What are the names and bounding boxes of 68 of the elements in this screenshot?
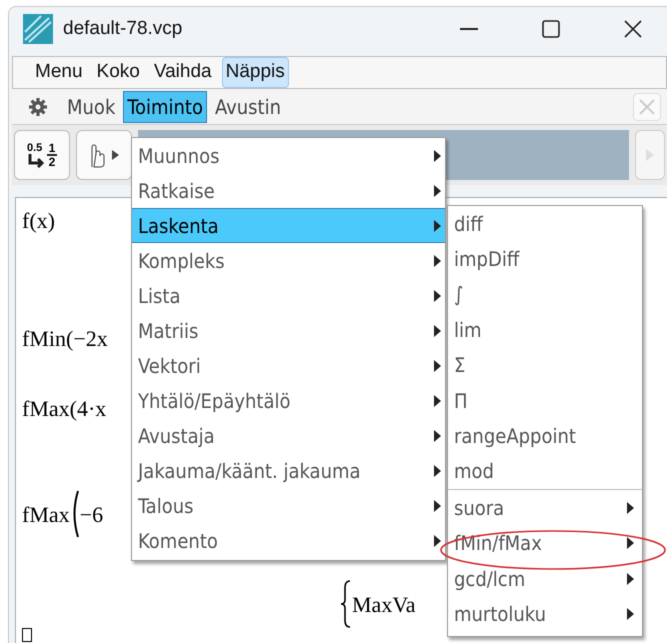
brace-icon	[340, 580, 352, 628]
menu-item[interactable]: Talous	[132, 488, 445, 523]
menu-item[interactable]: Ratkaise	[132, 173, 445, 208]
menu-item[interactable]: impDiff	[448, 241, 642, 277]
submenu-arrow-icon	[434, 290, 441, 302]
menu-item[interactable]: murtoluku	[448, 596, 642, 632]
submenu-arrow-icon	[434, 360, 441, 372]
menu-item[interactable]: Avustaja	[132, 418, 445, 453]
right-arrow-icon	[645, 148, 655, 162]
maximize-icon[interactable]	[542, 20, 560, 38]
submenu-arrow-icon	[434, 254, 441, 266]
app-icon	[23, 14, 53, 44]
menu-item[interactable]: lim	[448, 312, 642, 348]
menu-item[interactable]: Laskenta	[132, 208, 445, 243]
submenu-arrow-icon	[434, 394, 441, 406]
convert-arrow-icon	[27, 154, 45, 168]
menu-item[interactable]: Matriis	[132, 313, 445, 348]
math-expression: fMin(−2x	[22, 325, 108, 353]
submenu-arrow-icon	[434, 324, 441, 336]
menu-item[interactable]: Vektori	[132, 348, 445, 383]
minimize-icon[interactable]	[460, 28, 478, 30]
menu-item[interactable]: Näppis	[222, 57, 289, 88]
submenu-arrow-icon	[434, 430, 441, 442]
menu-item[interactable]: Menu	[31, 57, 87, 88]
menu-item[interactable]: Muunnos	[132, 138, 445, 173]
submenu-arrow-icon	[627, 572, 634, 585]
submenu-arrow-icon	[434, 534, 441, 546]
menu-item[interactable]: Muok	[63, 90, 120, 122]
menu-item[interactable]: Σ	[448, 348, 642, 383]
touch-button[interactable]	[76, 130, 132, 180]
submenu-arrow-icon	[627, 502, 634, 514]
submenu-arrow-icon	[434, 464, 441, 476]
menu-item[interactable]: Lista	[132, 278, 445, 313]
math-expression: fMax(4·x	[22, 395, 106, 423]
cursor-box[interactable]	[22, 628, 32, 642]
menu-item[interactable]: Jakauma/käänt. jakauma	[132, 453, 445, 488]
menu-item[interactable]: diff	[448, 206, 642, 242]
gear-icon[interactable]	[29, 98, 47, 116]
submenu-arrow-icon	[434, 184, 441, 196]
menu-item[interactable]: Koko	[92, 57, 144, 88]
menu-item[interactable]: rangeAppoint	[448, 418, 642, 454]
menu-item[interactable]: Vaihda	[150, 57, 216, 88]
math-expression: MaxVa	[352, 590, 416, 618]
submenu-arrow-icon	[627, 608, 634, 620]
fraction-decimal-button[interactable]: 0.5 1 2	[14, 130, 70, 180]
menu-item[interactable]: Avustin	[210, 90, 285, 122]
submenu-arrow-icon	[434, 500, 441, 512]
submenu-arrow-icon	[434, 150, 441, 162]
close-icon[interactable]	[624, 20, 642, 38]
math-expression: −6	[80, 500, 104, 528]
menu-item[interactable]: Yhtälö/Epäyhtälö	[132, 383, 445, 418]
menu-item[interactable]: Komento	[132, 523, 445, 558]
denominator-label: 2	[48, 156, 56, 168]
menu-item[interactable]: Π	[448, 382, 642, 418]
menu-item[interactable]: mod	[448, 454, 642, 490]
submenu-arrow-icon	[434, 220, 441, 232]
numerator-label: 1	[48, 142, 56, 154]
menu-item[interactable]: Toiminto	[123, 90, 207, 122]
math-expression: fMax	[22, 500, 70, 528]
menu-item[interactable]: fMin/fMax	[448, 526, 642, 561]
submenu-arrow-icon	[627, 537, 634, 550]
menu-item[interactable]: suora	[448, 490, 642, 526]
math-expression: f(x)	[22, 207, 55, 235]
window-title: default-78.vcp	[63, 16, 182, 41]
decimal-label: 0.5	[27, 142, 42, 154]
menu-item[interactable]: ∫	[448, 276, 642, 312]
menu-item[interactable]: Kompleks	[132, 243, 445, 278]
menu-item[interactable]: gcd/lcm	[448, 560, 642, 596]
